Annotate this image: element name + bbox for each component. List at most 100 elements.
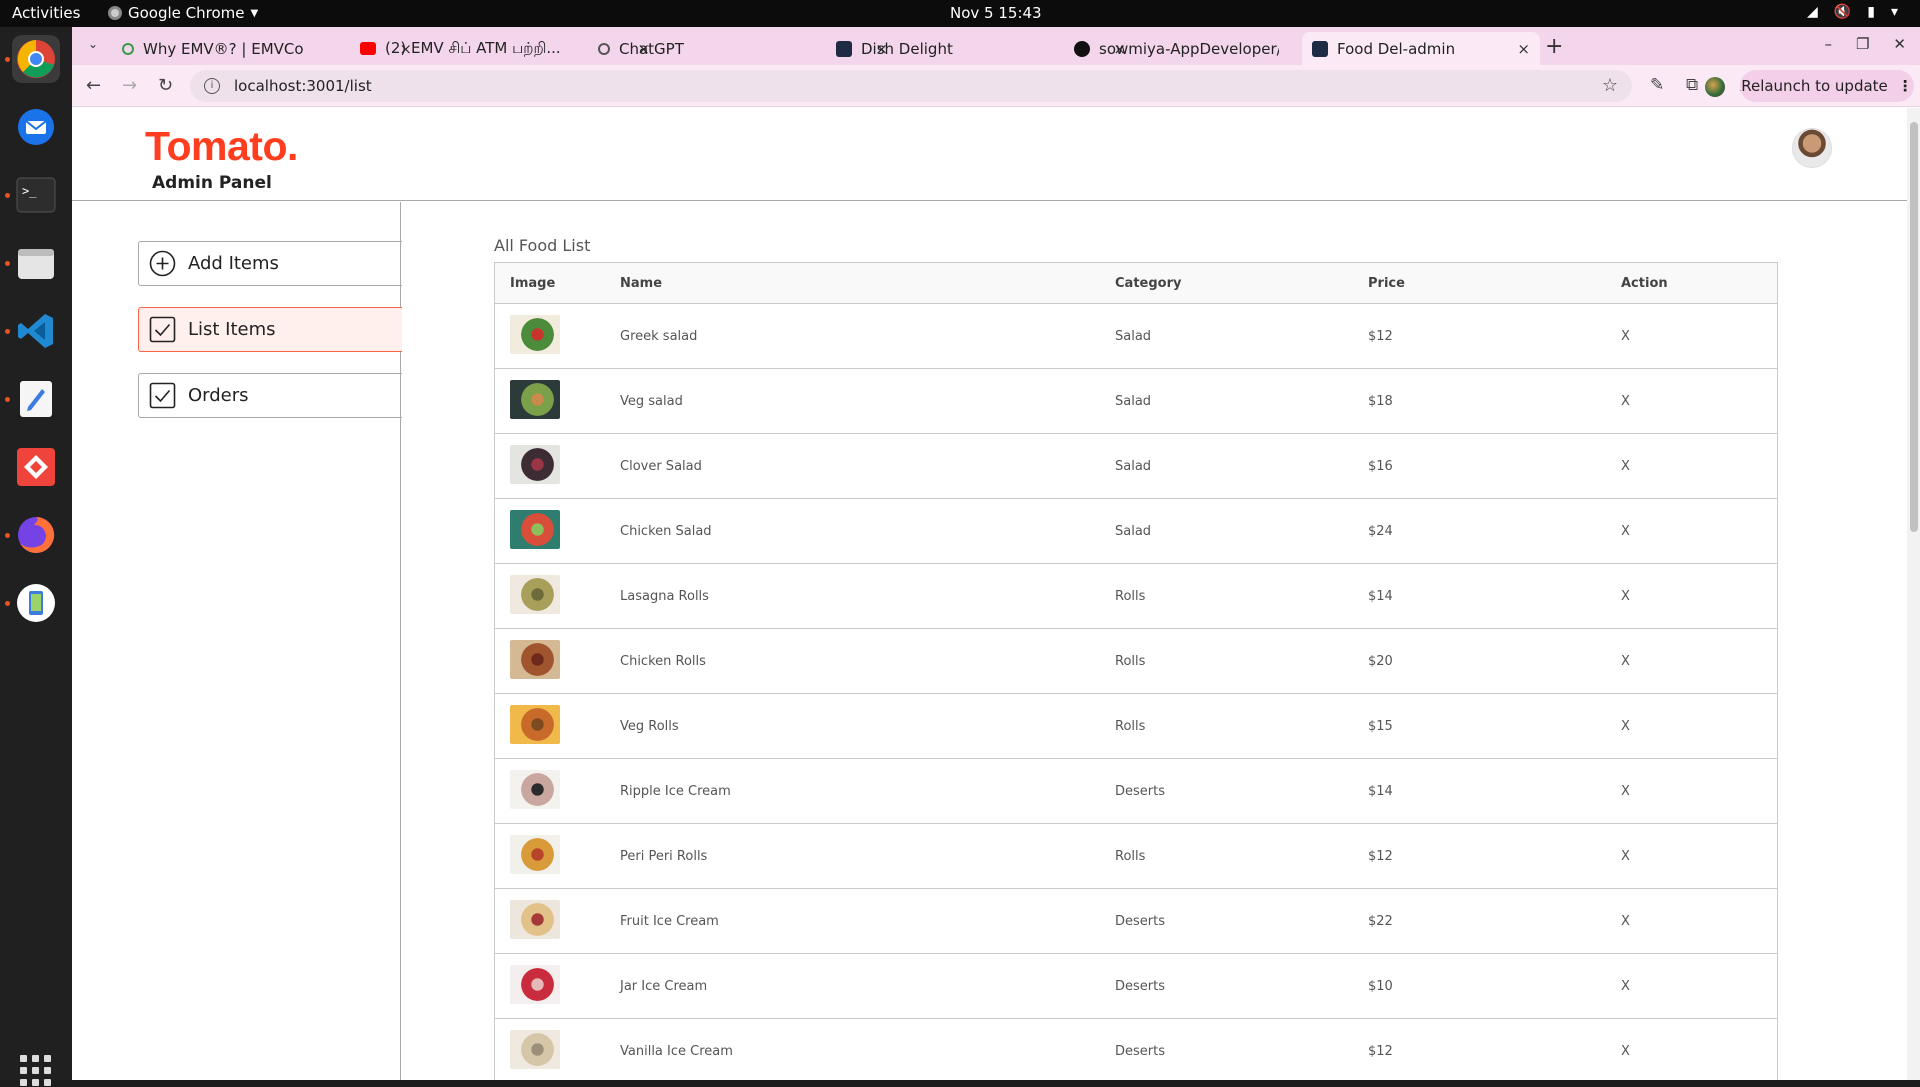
bookmark-star-icon[interactable]: ☆ bbox=[1602, 75, 1618, 96]
plus-circle-icon bbox=[149, 250, 176, 277]
remove-item-button[interactable]: X bbox=[1621, 914, 1794, 929]
checkbox-icon bbox=[149, 382, 176, 409]
firefox-dock-icon[interactable] bbox=[12, 511, 60, 559]
remove-item-button[interactable]: X bbox=[1621, 524, 1794, 539]
remove-item-button[interactable]: X bbox=[1621, 1044, 1794, 1059]
table-row: Clover Salad Salad $16 X bbox=[495, 434, 1777, 499]
sidebar-item-add-items[interactable]: Add Items bbox=[138, 241, 402, 286]
tab-search-button[interactable]: ⌄ bbox=[82, 37, 104, 57]
eyedropper-extension-icon[interactable]: ✎ bbox=[1650, 75, 1664, 95]
remove-item-button[interactable]: X bbox=[1621, 394, 1794, 409]
close-window-icon[interactable]: ✕ bbox=[1893, 35, 1906, 53]
food-thumbnail bbox=[510, 899, 560, 939]
scrollbar-thumb[interactable] bbox=[1910, 122, 1918, 532]
checkbox-icon bbox=[149, 316, 176, 343]
remove-item-button[interactable]: X bbox=[1621, 329, 1794, 344]
food-category: Salad bbox=[1115, 523, 1152, 539]
dock: >_ bbox=[0, 27, 72, 1086]
remove-item-button[interactable]: X bbox=[1621, 784, 1794, 799]
food-name: Veg Rolls bbox=[620, 718, 679, 734]
url-text[interactable]: localhost:3001/list bbox=[234, 77, 372, 95]
extensions-puzzle-icon[interactable]: ⧉ bbox=[1686, 75, 1698, 95]
terminal-dock-icon[interactable]: >_ bbox=[12, 171, 60, 219]
youtube-favicon-icon bbox=[360, 42, 376, 55]
app-menu-label: Google Chrome bbox=[128, 4, 245, 22]
system-tray[interactable]: ◢ 🔇 ▮ ▾ bbox=[1807, 4, 1898, 20]
remove-item-button[interactable]: X bbox=[1621, 654, 1794, 669]
food-image-cell bbox=[510, 704, 620, 748]
browser-toolbar: ← → ↻ i localhost:3001/list ☆ ✎ ⧉ ⤓ Rela… bbox=[72, 65, 1920, 107]
restore-icon[interactable]: ❐ bbox=[1856, 35, 1869, 53]
profile-avatar-icon[interactable] bbox=[1705, 77, 1725, 97]
food-name: Chicken Rolls bbox=[620, 653, 706, 669]
page-scrollbar[interactable] bbox=[1907, 108, 1920, 1080]
food-thumbnail bbox=[510, 444, 560, 484]
food-thumbnail bbox=[510, 639, 560, 679]
text-editor-dock-icon[interactable] bbox=[12, 375, 60, 423]
react-favicon-icon bbox=[1312, 40, 1328, 57]
food-image-cell bbox=[510, 769, 620, 813]
food-name: Clover Salad bbox=[620, 458, 702, 474]
food-price: $12 bbox=[1368, 1043, 1393, 1059]
vscode-dock-icon[interactable] bbox=[12, 307, 60, 355]
food-list-section: All Food List Image Name Category Price … bbox=[494, 236, 1778, 1080]
admin-panel-label: Admin Panel bbox=[152, 173, 272, 193]
food-image-cell bbox=[510, 509, 620, 553]
kebab-menu-icon: ⋮ bbox=[1897, 77, 1913, 95]
caret-down-icon: ▼ bbox=[250, 7, 259, 19]
food-price: $15 bbox=[1368, 718, 1393, 734]
files-dock-icon[interactable] bbox=[12, 239, 60, 287]
reload-icon[interactable]: ↻ bbox=[158, 75, 173, 96]
avatar[interactable] bbox=[1792, 128, 1832, 168]
remove-item-button[interactable]: X bbox=[1621, 979, 1794, 994]
food-category: Salad bbox=[1115, 393, 1152, 409]
food-image-cell bbox=[510, 314, 620, 358]
sidebar-item-list-items[interactable]: List Items bbox=[138, 307, 402, 352]
food-price: $12 bbox=[1368, 328, 1393, 344]
remove-item-button[interactable]: X bbox=[1621, 459, 1794, 474]
chatgpt-favicon-icon bbox=[598, 42, 610, 55]
table-row: Greek salad Salad $12 X bbox=[495, 304, 1777, 369]
remove-item-button[interactable]: X bbox=[1621, 589, 1794, 604]
app-menu[interactable]: Google Chrome ▼ bbox=[108, 4, 258, 22]
chrome-dock-icon[interactable] bbox=[12, 35, 60, 83]
food-price: $18 bbox=[1368, 393, 1393, 409]
minimize-icon[interactable]: – bbox=[1824, 35, 1832, 53]
site-info-icon[interactable]: i bbox=[204, 78, 220, 94]
food-price: $10 bbox=[1368, 978, 1393, 994]
admin-navbar: Tomato. Admin Panel bbox=[72, 108, 1907, 201]
activities-button[interactable]: Activities bbox=[12, 4, 80, 22]
device-app-dock-icon[interactable] bbox=[12, 579, 60, 627]
sidebar-item-orders[interactable]: Orders bbox=[138, 373, 402, 418]
food-image-cell bbox=[510, 1029, 620, 1073]
anydesk-dock-icon[interactable] bbox=[12, 443, 60, 491]
show-apps-icon[interactable] bbox=[20, 1055, 52, 1087]
column-header-name: Name bbox=[620, 275, 663, 291]
forward-icon[interactable]: → bbox=[122, 75, 137, 96]
table-row: Veg salad Salad $18 X bbox=[495, 369, 1777, 434]
food-image-cell bbox=[510, 899, 620, 943]
remove-item-button[interactable]: X bbox=[1621, 849, 1794, 864]
close-tab-icon[interactable]: × bbox=[1517, 40, 1530, 58]
food-category: Salad bbox=[1115, 458, 1152, 474]
volume-muted-icon: 🔇 bbox=[1833, 4, 1852, 20]
food-name: Vanilla Ice Cream bbox=[620, 1043, 733, 1059]
back-icon[interactable]: ← bbox=[86, 75, 101, 96]
food-category: Salad bbox=[1115, 328, 1152, 344]
relaunch-to-update-button[interactable]: Relaunch to update ⋮ bbox=[1740, 70, 1914, 102]
new-tab-button[interactable]: + bbox=[1545, 34, 1563, 59]
github-favicon-icon bbox=[1074, 40, 1090, 57]
remove-item-button[interactable]: X bbox=[1621, 719, 1794, 734]
system-top-bar: Activities Google Chrome ▼ Nov 5 15:43 ◢… bbox=[0, 0, 1920, 27]
food-price: $14 bbox=[1368, 588, 1393, 604]
food-category: Rolls bbox=[1115, 718, 1146, 734]
tab-strip: ⌄ Why EMV®? | EMVCo × (2) EMV சிப் ATM ப… bbox=[72, 27, 1920, 65]
table-row: Vanilla Ice Cream Deserts $12 X bbox=[495, 1019, 1777, 1080]
food-name: Ripple Ice Cream bbox=[620, 783, 731, 799]
food-image-cell bbox=[510, 639, 620, 683]
clock[interactable]: Nov 5 15:43 bbox=[950, 4, 1042, 22]
food-thumbnail bbox=[510, 964, 560, 1004]
address-bar[interactable]: i localhost:3001/list ☆ bbox=[190, 70, 1632, 102]
tab-food-del-admin[interactable]: Food Del-admin × bbox=[1302, 32, 1540, 65]
thunderbird-dock-icon[interactable] bbox=[12, 103, 60, 151]
